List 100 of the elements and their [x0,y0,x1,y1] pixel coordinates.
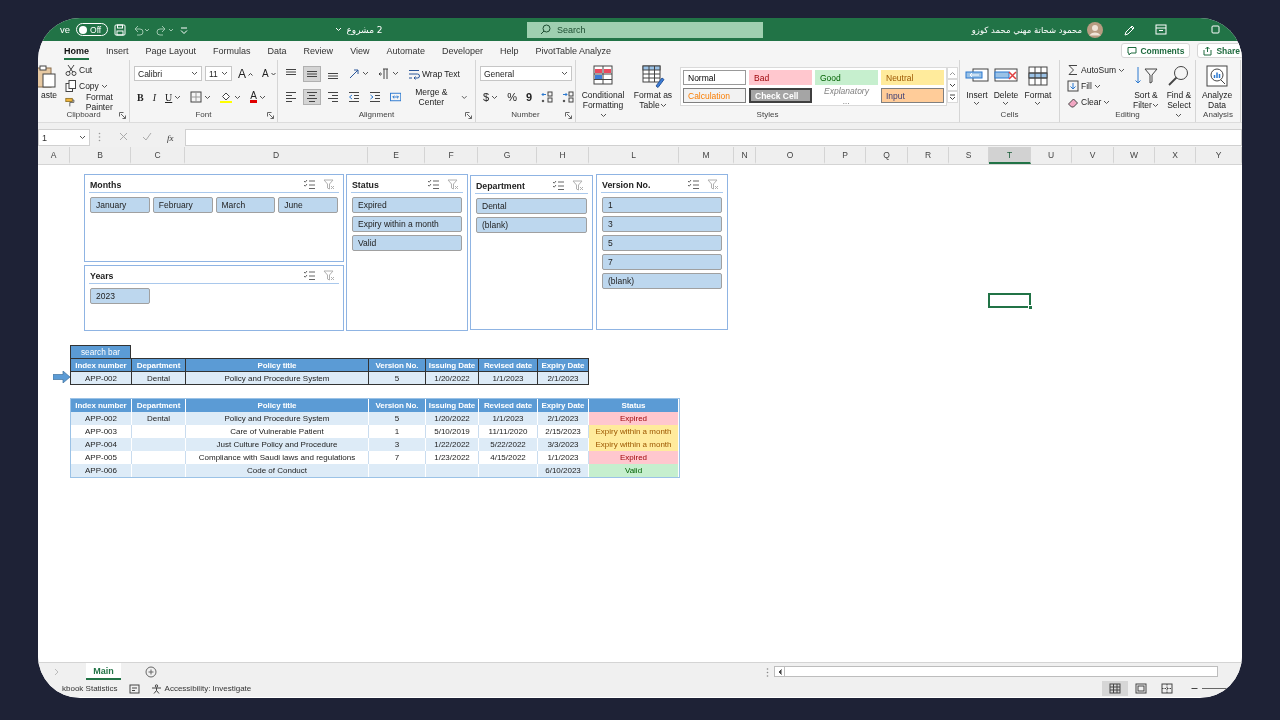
column-header[interactable]: N [734,147,756,164]
ribbon-tab[interactable]: Review [303,41,334,60]
cell-style-option[interactable]: Bad [749,70,812,85]
delete-button[interactable]: Delete [992,62,1020,110]
cell-style-option[interactable]: Input [881,88,944,103]
ribbon-tab[interactable]: PivotTable Analyze [535,41,612,60]
zoom-out-icon[interactable] [1191,687,1198,690]
slicer-item[interactable]: 1 [602,197,722,213]
column-header[interactable]: W [1114,147,1155,164]
slicer-item[interactable]: June [278,197,338,213]
cut-button[interactable]: Cut [62,62,96,78]
percent-button[interactable]: % [504,89,520,106]
ribbon-tab[interactable]: Page Layout [145,41,197,60]
save-icon[interactable] [114,23,127,36]
sort-filter-button[interactable]: Sort & Filter [1131,62,1160,110]
column-header[interactable]: P [825,147,866,164]
column-header[interactable]: G [478,147,537,164]
analyze-data-button[interactable]: Analyze Data [1200,62,1234,110]
column-header[interactable]: X [1155,147,1196,164]
accessibility-icon[interactable] [150,683,162,694]
ribbon-tab[interactable]: Data [267,41,287,60]
column-header[interactable]: D [185,147,368,164]
increase-font-size-button[interactable]: A [235,65,256,82]
comma-style-button[interactable]: 9 [522,89,536,106]
slicer-item[interactable]: (blank) [602,273,722,289]
format-button[interactable]: Format [1022,62,1054,110]
bold-button[interactable]: B [134,89,147,106]
column-header[interactable]: T [989,147,1031,164]
decrease-font-size-button[interactable]: A [259,65,277,82]
column-header[interactable]: U [1031,147,1072,164]
paste-button[interactable]: aste [38,62,58,110]
add-sheet-icon[interactable] [145,666,157,678]
ribbon-tab[interactable]: Developer [442,41,484,60]
column-header[interactable]: Q [866,147,908,164]
slicer-item[interactable]: Expired [352,197,462,213]
ribbon-tab[interactable]: Automate [386,41,425,60]
slicer-item[interactable]: February [152,197,213,213]
pen-icon[interactable] [1123,23,1135,36]
cell-style-option[interactable]: Neutral [881,70,944,85]
ribbon-tab[interactable]: Help [500,41,519,60]
column-header[interactable]: E [368,147,425,164]
slicer-item[interactable]: 3 [602,216,722,232]
clear-button[interactable]: Clear [1064,94,1114,110]
slicer-item[interactable]: Expiry within a month [352,216,462,232]
ribbon-tab[interactable]: View [350,41,370,60]
column-header[interactable]: C [131,147,185,164]
find-select-button[interactable]: Find & Select [1163,62,1194,110]
dialog-launcher-icon[interactable] [119,112,126,119]
slicer-item[interactable]: Dental [476,198,587,214]
column-header[interactable]: B [70,147,131,164]
sheet-tab[interactable]: Main [86,663,121,680]
undo-icon[interactable] [132,23,151,36]
copy-button[interactable]: Copy [62,78,111,94]
gallery-down-button[interactable] [947,79,958,91]
format-as-table-button[interactable]: Format as Table [630,62,676,110]
column-header[interactable]: M [679,147,734,164]
multi-select-icon[interactable] [303,270,315,280]
conditional-formatting-button[interactable]: Conditional Formatting [580,62,626,110]
column-header[interactable]: R [908,147,949,164]
cell-style-option[interactable]: Explanatory ... [815,88,878,103]
slicer-item[interactable]: 2023 [90,288,150,304]
insert-button[interactable]: Insert [964,62,990,110]
share-button[interactable]: Share [1197,43,1242,58]
macro-icon[interactable] [128,683,140,694]
align-middle-button[interactable] [303,65,321,82]
ribbon-tab[interactable]: Insert [106,41,129,60]
column-header[interactable]: L [589,147,679,164]
autosum-button[interactable]: AutoSum [1064,62,1128,78]
column-header[interactable]: O [756,147,825,164]
dropdown-field[interactable]: 11 [205,66,232,82]
cell-style-option[interactable]: Good [815,70,878,85]
gallery-more-button[interactable] [947,91,958,103]
workbook-statistics[interactable]: kbook Statistics [62,684,118,693]
customize-icon[interactable] [180,25,189,34]
search-field[interactable]: Search [527,21,763,38]
column-header[interactable]: F [425,147,478,164]
formula-input[interactable] [184,129,1242,146]
slicer-item[interactable]: (blank) [476,217,587,233]
currency-button[interactable]: $ [480,89,502,106]
restore-window-icon[interactable] [1211,25,1220,34]
underline-button[interactable]: U [162,89,185,106]
italic-button[interactable]: I [149,89,159,106]
view-button[interactable] [1102,681,1128,696]
slicer-item[interactable]: January [90,197,150,213]
wrap-text-button[interactable]: Wrap Text [405,65,463,82]
merge-center-button[interactable]: Merge & Center [387,89,471,106]
dialog-launcher-icon[interactable] [565,112,572,119]
multi-select-icon[interactable] [303,179,315,189]
slicer-item[interactable]: March [215,197,276,213]
redo-icon[interactable] [156,23,175,36]
document-title[interactable]: 2 مشروع [346,24,383,35]
multi-select-icon[interactable] [552,180,564,190]
dialog-launcher-icon[interactable] [267,112,274,119]
column-header[interactable]: Y [1196,147,1242,164]
fill-button[interactable]: Fill [1064,78,1104,94]
font-color-button[interactable]: A [247,89,269,106]
cell-style-option[interactable]: Normal [683,70,746,85]
ribbon-tab[interactable]: Formulas [213,41,251,60]
align-center-button[interactable] [303,89,321,106]
slicer-item[interactable]: 7 [602,254,722,270]
